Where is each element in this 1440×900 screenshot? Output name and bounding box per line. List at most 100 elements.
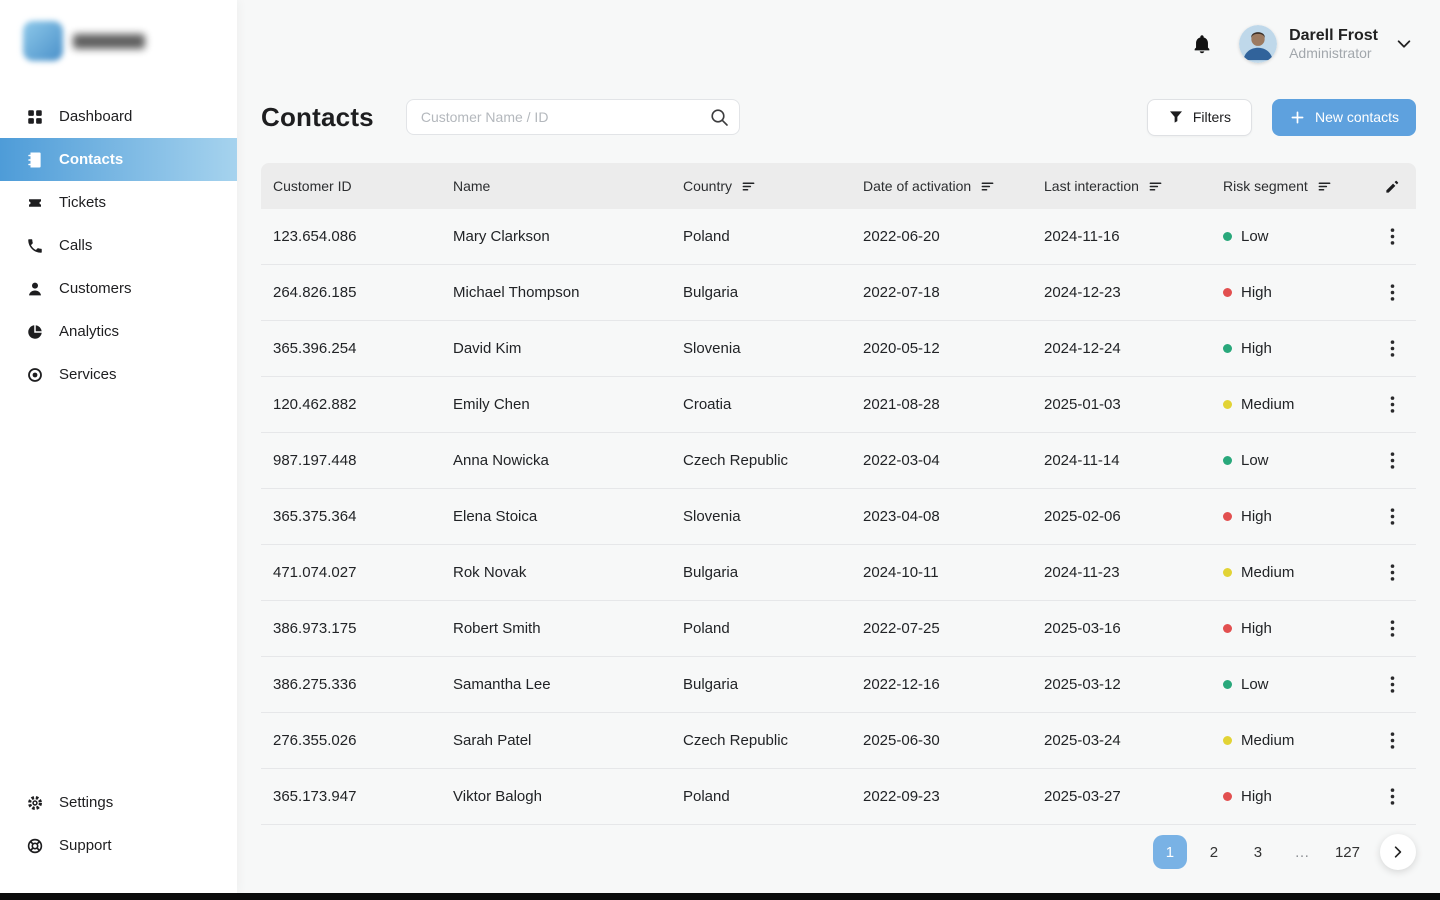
page-button-3[interactable]: 3 (1241, 835, 1275, 869)
page-header: Contacts Filters New con (261, 98, 1416, 136)
sidebar-item-label: Services (59, 366, 117, 383)
cell-name: Samantha Lee (453, 676, 683, 693)
cell-last-interaction: 2025-03-16 (1044, 620, 1223, 637)
table-row[interactable]: 365.173.947 Viktor Balogh Poland 2022-09… (261, 769, 1416, 825)
cell-customer-id: 386.275.336 (273, 676, 453, 693)
column-header-last-interaction[interactable]: Last interaction (1044, 178, 1223, 194)
sidebar-item-calls[interactable]: Calls (0, 224, 237, 267)
cell-country: Czech Republic (683, 452, 863, 469)
column-label: Name (453, 178, 490, 194)
page-button-2[interactable]: 2 (1197, 835, 1231, 869)
sidebar-item-tickets[interactable]: Tickets (0, 181, 237, 224)
table-row[interactable]: 276.355.026 Sarah Patel Czech Republic 2… (261, 713, 1416, 769)
sidebar-nav: Dashboard Contacts Tickets Calls (0, 95, 237, 396)
cell-activation-date: 2020-05-12 (863, 340, 1044, 357)
table-row[interactable]: 386.275.336 Samantha Lee Bulgaria 2022-1… (261, 657, 1416, 713)
sort-icon[interactable] (741, 179, 756, 194)
risk-dot (1223, 680, 1232, 689)
sidebar: Dashboard Contacts Tickets Calls (0, 0, 237, 893)
search-input[interactable] (406, 99, 740, 135)
sidebar-item-dashboard[interactable]: Dashboard (0, 95, 237, 138)
table-row[interactable]: 386.973.175 Robert Smith Poland 2022-07-… (261, 601, 1416, 657)
column-label: Country (683, 178, 732, 194)
table-row[interactable]: 365.375.364 Elena Stoica Slovenia 2023-0… (261, 489, 1416, 545)
cell-customer-id: 264.826.185 (273, 284, 453, 301)
risk-dot (1223, 624, 1232, 633)
row-menu-button[interactable] (1382, 560, 1403, 585)
column-header-country[interactable]: Country (683, 178, 863, 194)
column-label: Customer ID (273, 178, 352, 194)
cell-last-interaction: 2025-03-27 (1044, 788, 1223, 805)
main-content: Darell Frost Administrator Contacts (237, 0, 1440, 893)
page-button-last[interactable]: 127 (1329, 835, 1366, 869)
risk-dot (1223, 232, 1232, 241)
sidebar-item-contacts[interactable]: Contacts (0, 138, 237, 181)
avatar[interactable] (1239, 25, 1277, 63)
risk-dot (1223, 736, 1232, 745)
sidebar-item-support[interactable]: Support (0, 824, 237, 867)
sort-icon[interactable] (1148, 179, 1163, 194)
cell-last-interaction: 2024-11-23 (1044, 564, 1223, 581)
table-row[interactable]: 264.826.185 Michael Thompson Bulgaria 20… (261, 265, 1416, 321)
cell-country: Bulgaria (683, 676, 863, 693)
app-root: Dashboard Contacts Tickets Calls (0, 0, 1440, 893)
table-row[interactable]: 471.074.027 Rok Novak Bulgaria 2024-10-1… (261, 545, 1416, 601)
avatar-image (1239, 25, 1277, 63)
risk-label: Low (1241, 676, 1269, 693)
app-logo-text (73, 34, 145, 49)
pagination: 1 2 3 … 127 (261, 834, 1416, 870)
notifications-button[interactable] (1183, 25, 1221, 63)
sidebar-item-label: Tickets (59, 194, 106, 211)
tickets-icon (25, 193, 45, 213)
cell-customer-id: 365.396.254 (273, 340, 453, 357)
user-meta: Darell Frost Administrator (1289, 27, 1378, 61)
page-button-1[interactable]: 1 (1153, 835, 1187, 869)
column-header-risk-segment[interactable]: Risk segment (1223, 178, 1368, 194)
table-row[interactable]: 365.396.254 David Kim Slovenia 2020-05-1… (261, 321, 1416, 377)
cell-activation-date: 2022-09-23 (863, 788, 1044, 805)
sidebar-item-customers[interactable]: Customers (0, 267, 237, 310)
cell-customer-id: 123.654.086 (273, 228, 453, 245)
row-menu-button[interactable] (1382, 672, 1403, 697)
risk-label: High (1241, 340, 1272, 357)
cell-customer-id: 987.197.448 (273, 452, 453, 469)
column-label: Date of activation (863, 178, 971, 194)
table-row[interactable]: 987.197.448 Anna Nowicka Czech Republic … (261, 433, 1416, 489)
row-menu-button[interactable] (1382, 784, 1403, 809)
sort-icon[interactable] (1317, 179, 1332, 194)
new-contacts-button[interactable]: New contacts (1272, 99, 1416, 136)
column-label: Last interaction (1044, 178, 1139, 194)
page-title: Contacts (261, 102, 374, 133)
column-label: Risk segment (1223, 178, 1308, 194)
table-row[interactable]: 120.462.882 Emily Chen Croatia 2021-08-2… (261, 377, 1416, 433)
row-menu-button[interactable] (1382, 392, 1403, 417)
sidebar-item-settings[interactable]: Settings (0, 781, 237, 824)
row-menu-button[interactable] (1382, 336, 1403, 361)
sort-icon[interactable] (980, 179, 995, 194)
user-menu-toggle[interactable] (1392, 32, 1416, 56)
row-menu-button[interactable] (1382, 616, 1403, 641)
risk-dot (1223, 456, 1232, 465)
next-page-button[interactable] (1380, 834, 1416, 870)
row-menu-button[interactable] (1382, 504, 1403, 529)
risk-dot (1223, 792, 1232, 801)
risk-label: Low (1241, 452, 1269, 469)
sidebar-item-services[interactable]: Services (0, 353, 237, 396)
cell-customer-id: 365.173.947 (273, 788, 453, 805)
row-menu-button[interactable] (1382, 280, 1403, 305)
filter-funnel-icon (1168, 109, 1184, 125)
table-header-row: Customer ID Name Country Date of activat… (261, 163, 1416, 209)
edit-columns-button[interactable] (1368, 178, 1416, 195)
filters-button[interactable]: Filters (1147, 99, 1252, 136)
sidebar-item-analytics[interactable]: Analytics (0, 310, 237, 353)
column-header-date-of-activation[interactable]: Date of activation (863, 178, 1044, 194)
services-icon (25, 365, 45, 385)
bottom-edge-bar (0, 893, 1440, 900)
row-menu-button[interactable] (1382, 728, 1403, 753)
row-menu-button[interactable] (1382, 448, 1403, 473)
table-row[interactable]: 123.654.086 Mary Clarkson Poland 2022-06… (261, 209, 1416, 265)
cell-activation-date: 2025-06-30 (863, 732, 1044, 749)
cell-customer-id: 276.355.026 (273, 732, 453, 749)
row-menu-button[interactable] (1382, 224, 1403, 249)
cell-activation-date: 2021-08-28 (863, 396, 1044, 413)
